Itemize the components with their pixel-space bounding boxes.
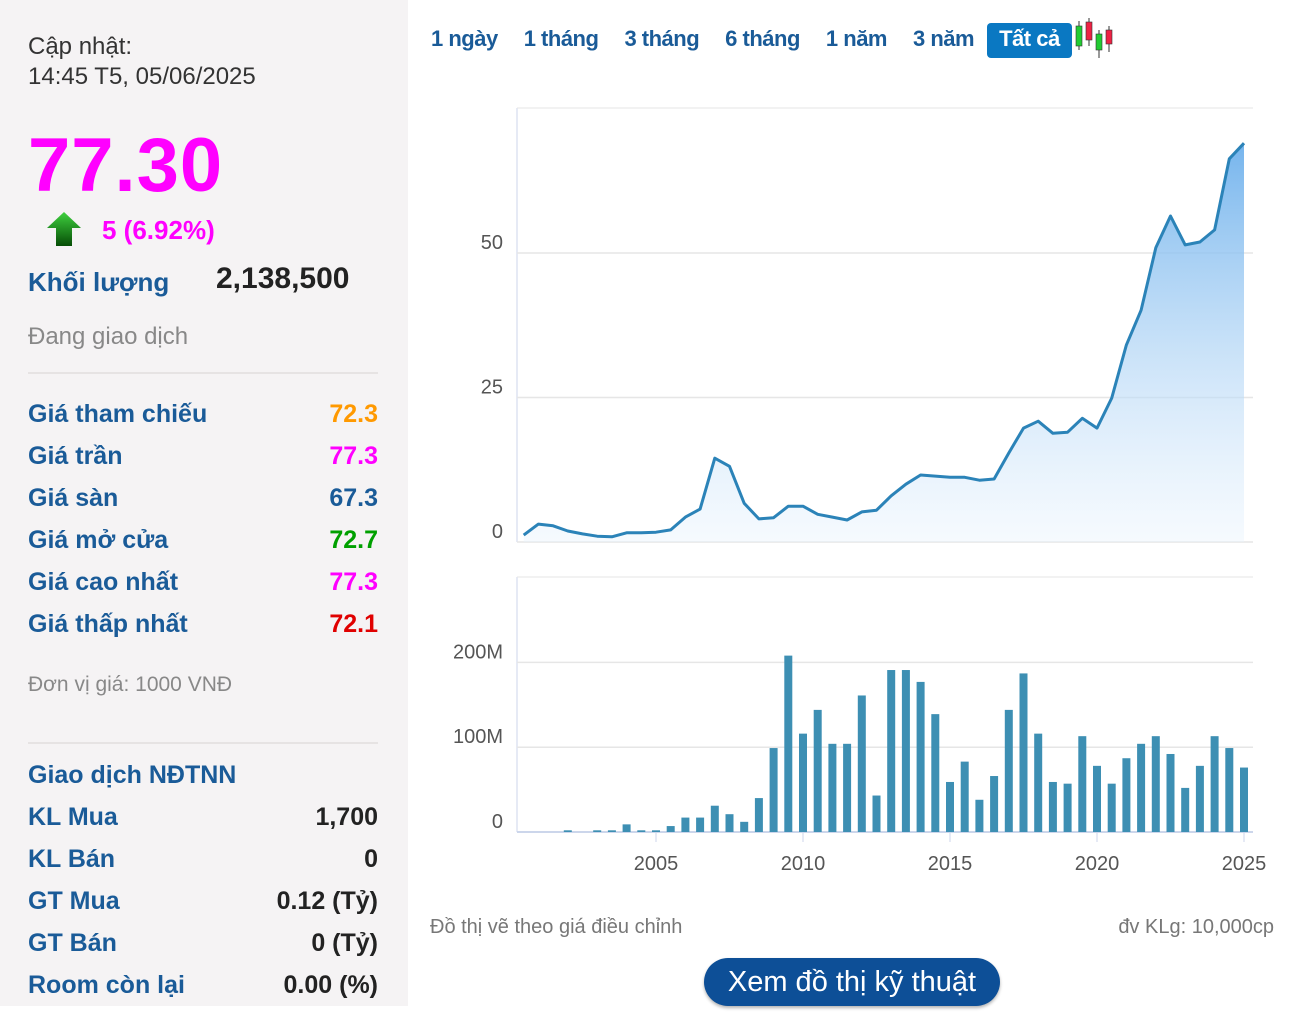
volume-y-tick: 200M xyxy=(453,641,503,663)
volume-bar xyxy=(1181,787,1190,832)
x-tick-label: 2025 xyxy=(1222,853,1267,875)
price-y-tick: 0 xyxy=(492,521,503,543)
volume-bar xyxy=(681,817,690,832)
volume-unit-note: đv KLg: 10,000cp xyxy=(1118,916,1274,938)
volume-bar xyxy=(1166,753,1175,832)
volume-bar xyxy=(1093,765,1101,832)
volume-bar xyxy=(1019,673,1028,832)
volume-bar xyxy=(1034,733,1043,832)
volume-bar xyxy=(990,776,999,832)
volume-bar xyxy=(666,826,675,832)
volume-y-tick: 100M xyxy=(453,726,503,748)
volume-bar xyxy=(1137,743,1146,832)
x-tick-label: 2010 xyxy=(781,853,826,875)
volume-bar xyxy=(1151,736,1160,832)
foreign-row: Room còn lại 0.00 (%) xyxy=(28,971,378,1001)
x-tick-label: 2015 xyxy=(928,853,973,875)
volume-bar xyxy=(740,821,749,832)
volume-bar xyxy=(710,805,719,832)
volume-bar xyxy=(916,681,925,832)
volume-bar xyxy=(901,670,910,832)
volume-bar xyxy=(843,743,852,832)
foreign-row-value: 0.00 (%) xyxy=(283,971,378,999)
volume-bar xyxy=(931,714,940,832)
volume-bar xyxy=(1225,748,1234,832)
volume-bar xyxy=(563,830,572,832)
volume-bar xyxy=(1195,765,1204,832)
volume-bar xyxy=(607,830,616,832)
foreign-row-label: GT Bán xyxy=(28,929,117,957)
volume-bar xyxy=(1048,781,1057,832)
volume-bar xyxy=(754,798,763,832)
volume-bar xyxy=(725,814,734,832)
volume-bar xyxy=(1240,767,1248,832)
price-volume-chart: 0 25 50 0 100M 200M 2005 2010 2015 2020 2025 xyxy=(453,107,1267,875)
volume-bar xyxy=(1210,736,1219,832)
volume-bar xyxy=(769,748,778,832)
foreign-row-label: Room còn lại xyxy=(28,971,185,999)
volume-bar xyxy=(1078,736,1087,832)
volume-bar xyxy=(652,830,660,832)
adjusted-price-note: Đồ thị vẽ theo giá điều chỉnh xyxy=(430,916,683,938)
price-y-tick: 25 xyxy=(481,377,503,399)
volume-bar xyxy=(960,761,969,832)
volume-bar xyxy=(696,817,705,832)
volume-bar xyxy=(1063,783,1072,832)
x-tick-label: 2020 xyxy=(1075,853,1120,875)
volume-bar xyxy=(813,709,822,832)
volume-bar xyxy=(887,670,896,832)
technical-chart-button[interactable]: Xem đồ thị kỹ thuật xyxy=(704,958,1000,1006)
volume-bar xyxy=(1004,709,1013,832)
volume-bar xyxy=(799,733,807,832)
x-tick-label: 2005 xyxy=(634,853,679,875)
volume-bar xyxy=(784,655,793,832)
volume-bar xyxy=(828,743,837,832)
foreign-row: GT Bán 0 (Tỷ) xyxy=(28,929,378,959)
volume-bar xyxy=(1122,758,1131,832)
volume-bar xyxy=(637,830,646,832)
price-y-tick: 50 xyxy=(481,232,503,254)
volume-bar xyxy=(1107,783,1116,832)
volume-bar xyxy=(975,799,984,832)
volume-bar xyxy=(622,824,631,832)
volume-bar xyxy=(946,781,954,832)
volume-bar xyxy=(857,695,866,832)
volume-y-tick: 0 xyxy=(492,811,503,833)
volume-bar xyxy=(593,830,602,832)
price-area xyxy=(523,143,1244,542)
volume-bar xyxy=(872,795,881,832)
foreign-row-value: 0 (Tỷ) xyxy=(311,929,378,957)
